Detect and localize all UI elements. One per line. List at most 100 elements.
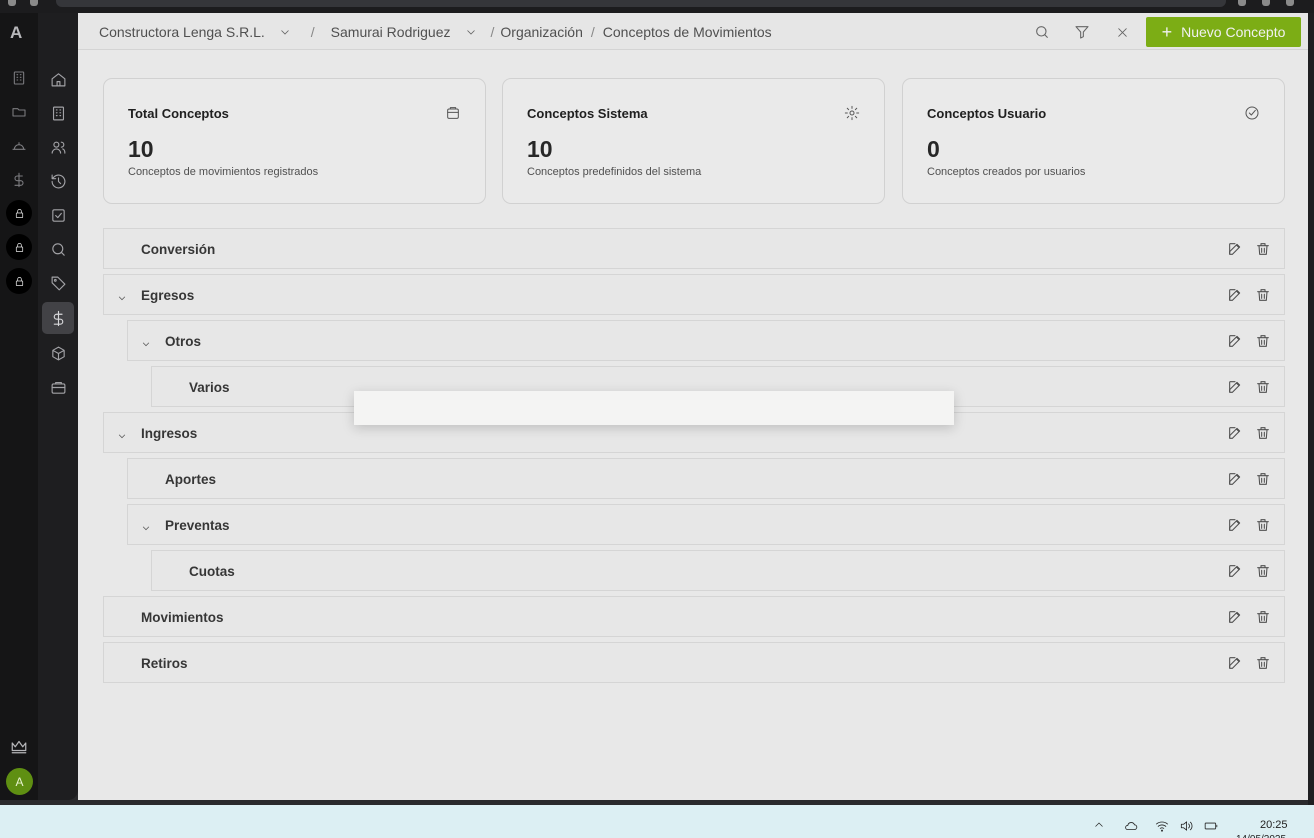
- cloud-icon[interactable]: [1123, 819, 1139, 833]
- breadcrumb-section[interactable]: Organización: [500, 24, 583, 40]
- stat-value: 0: [927, 136, 940, 162]
- package-icon[interactable]: [47, 342, 69, 364]
- chevron-down-icon[interactable]: [141, 336, 151, 347]
- concept-label: Varios: [189, 380, 230, 395]
- breadcrumb-user[interactable]: Samurai Rodriguez: [331, 24, 451, 40]
- battery-icon[interactable]: [1202, 819, 1220, 833]
- app-logo[interactable]: A: [10, 23, 22, 43]
- edit-icon[interactable]: [1227, 379, 1243, 395]
- dollar-icon[interactable]: [42, 302, 74, 334]
- secondary-rail: [38, 13, 78, 800]
- tree-row[interactable]: Aportes: [127, 458, 1285, 499]
- lock-icon[interactable]: [6, 268, 32, 294]
- chevron-down-icon[interactable]: [141, 520, 151, 531]
- tree-row[interactable]: Cuotas: [151, 550, 1285, 591]
- stat-card-total: Total Conceptos 10 Conceptos de movimien…: [103, 78, 486, 204]
- volume-icon[interactable]: [1178, 819, 1194, 833]
- stat-card-system: Conceptos Sistema 10 Conceptos predefini…: [502, 78, 885, 204]
- back-icon[interactable]: [8, 0, 16, 6]
- trash-icon[interactable]: [1255, 517, 1271, 533]
- edit-icon[interactable]: [1227, 425, 1243, 441]
- concept-label: Egresos: [141, 288, 195, 303]
- tag-icon[interactable]: [47, 272, 69, 294]
- clock-date[interactable]: 14/05/2025: [1236, 834, 1314, 838]
- trash-icon[interactable]: [1255, 563, 1271, 579]
- header: Constructora Lenga S.R.L. / Samurai Rodr…: [78, 13, 1308, 50]
- check-circle-icon: [1244, 105, 1260, 121]
- chevron-up-icon[interactable]: [1093, 819, 1105, 831]
- new-concept-button[interactable]: + Nuevo Concepto: [1146, 17, 1301, 47]
- search-icon[interactable]: [1032, 22, 1052, 42]
- concept-label: Conversión: [141, 242, 216, 257]
- trash-icon[interactable]: [1255, 609, 1271, 625]
- extensions-icon[interactable]: [1238, 0, 1246, 6]
- stat-description: Conceptos predefinidos del sistema: [527, 166, 702, 178]
- avatar[interactable]: A: [6, 768, 33, 795]
- edit-icon[interactable]: [1227, 655, 1243, 671]
- gear-icon: [844, 105, 860, 121]
- breadcrumb: Constructora Lenga S.R.L. / Samurai Rodr…: [99, 13, 772, 50]
- lock-icon[interactable]: [6, 200, 32, 226]
- trash-icon[interactable]: [1255, 425, 1271, 441]
- breadcrumb-company[interactable]: Constructora Lenga S.R.L.: [99, 24, 265, 40]
- tree-row[interactable]: Retiros: [103, 642, 1285, 683]
- tree-row[interactable]: Egresos: [103, 274, 1285, 315]
- chevron-down-icon[interactable]: [117, 428, 127, 439]
- forward-icon[interactable]: [30, 0, 38, 6]
- new-concept-label: Nuevo Concepto: [1181, 24, 1286, 40]
- chevron-down-icon[interactable]: [117, 290, 127, 301]
- chevron-down-icon[interactable]: [279, 26, 291, 38]
- dollar-icon[interactable]: [9, 170, 29, 190]
- download-icon[interactable]: [1262, 0, 1270, 6]
- stat-value: 10: [128, 136, 154, 162]
- address-bar[interactable]: [56, 0, 1226, 7]
- trash-icon[interactable]: [1255, 287, 1271, 303]
- helmet-icon[interactable]: [9, 136, 29, 156]
- edit-icon[interactable]: [1227, 517, 1243, 533]
- users-icon[interactable]: [47, 136, 69, 158]
- trash-icon[interactable]: [1255, 655, 1271, 671]
- home-icon[interactable]: [47, 68, 69, 90]
- history-icon[interactable]: [47, 170, 69, 192]
- browser-toolbar: [0, 0, 1314, 13]
- edit-icon[interactable]: [1227, 609, 1243, 625]
- trash-icon[interactable]: [1255, 379, 1271, 395]
- tree-row[interactable]: Movimientos: [103, 596, 1285, 637]
- trash-icon[interactable]: [1255, 471, 1271, 487]
- close-icon[interactable]: [1112, 22, 1132, 42]
- concept-label: Retiros: [141, 656, 188, 671]
- building-icon[interactable]: [47, 102, 69, 124]
- checkbox-icon[interactable]: [47, 204, 69, 226]
- edit-icon[interactable]: [1227, 333, 1243, 349]
- tree-row[interactable]: Conversión: [103, 228, 1285, 269]
- trash-icon[interactable]: [1255, 241, 1271, 257]
- stat-title: Conceptos Sistema: [527, 106, 648, 121]
- edit-icon[interactable]: [1227, 563, 1243, 579]
- concept-label: Ingresos: [141, 426, 198, 441]
- building-icon[interactable]: [9, 68, 29, 88]
- crown-icon[interactable]: [8, 735, 30, 757]
- tree-row[interactable]: Otros: [127, 320, 1285, 361]
- chevron-down-icon[interactable]: [465, 26, 477, 38]
- briefcase-icon[interactable]: [47, 376, 69, 398]
- archive-box-icon: [445, 105, 461, 121]
- edit-icon[interactable]: [1227, 287, 1243, 303]
- clock-time[interactable]: 20:25: [1260, 819, 1288, 831]
- os-taskbar: 20:25 14/05/2025: [0, 805, 1314, 838]
- edit-icon[interactable]: [1227, 471, 1243, 487]
- folder-icon[interactable]: [9, 102, 29, 122]
- filter-icon[interactable]: [1072, 22, 1092, 42]
- wifi-icon[interactable]: [1154, 819, 1170, 833]
- tree-row[interactable]: Preventas: [127, 504, 1285, 545]
- breadcrumb-separator: /: [590, 23, 595, 40]
- trash-icon[interactable]: [1255, 333, 1271, 349]
- search-icon[interactable]: [47, 238, 69, 260]
- breadcrumb-separator: /: [490, 23, 495, 40]
- edit-icon[interactable]: [1227, 241, 1243, 257]
- concept-label: Otros: [165, 334, 202, 349]
- lock-icon[interactable]: [6, 234, 32, 260]
- concept-label: Preventas: [165, 518, 230, 533]
- menu-icon[interactable]: [1286, 0, 1294, 6]
- scrollbar[interactable]: [1308, 13, 1314, 805]
- loading-toast: [354, 391, 954, 425]
